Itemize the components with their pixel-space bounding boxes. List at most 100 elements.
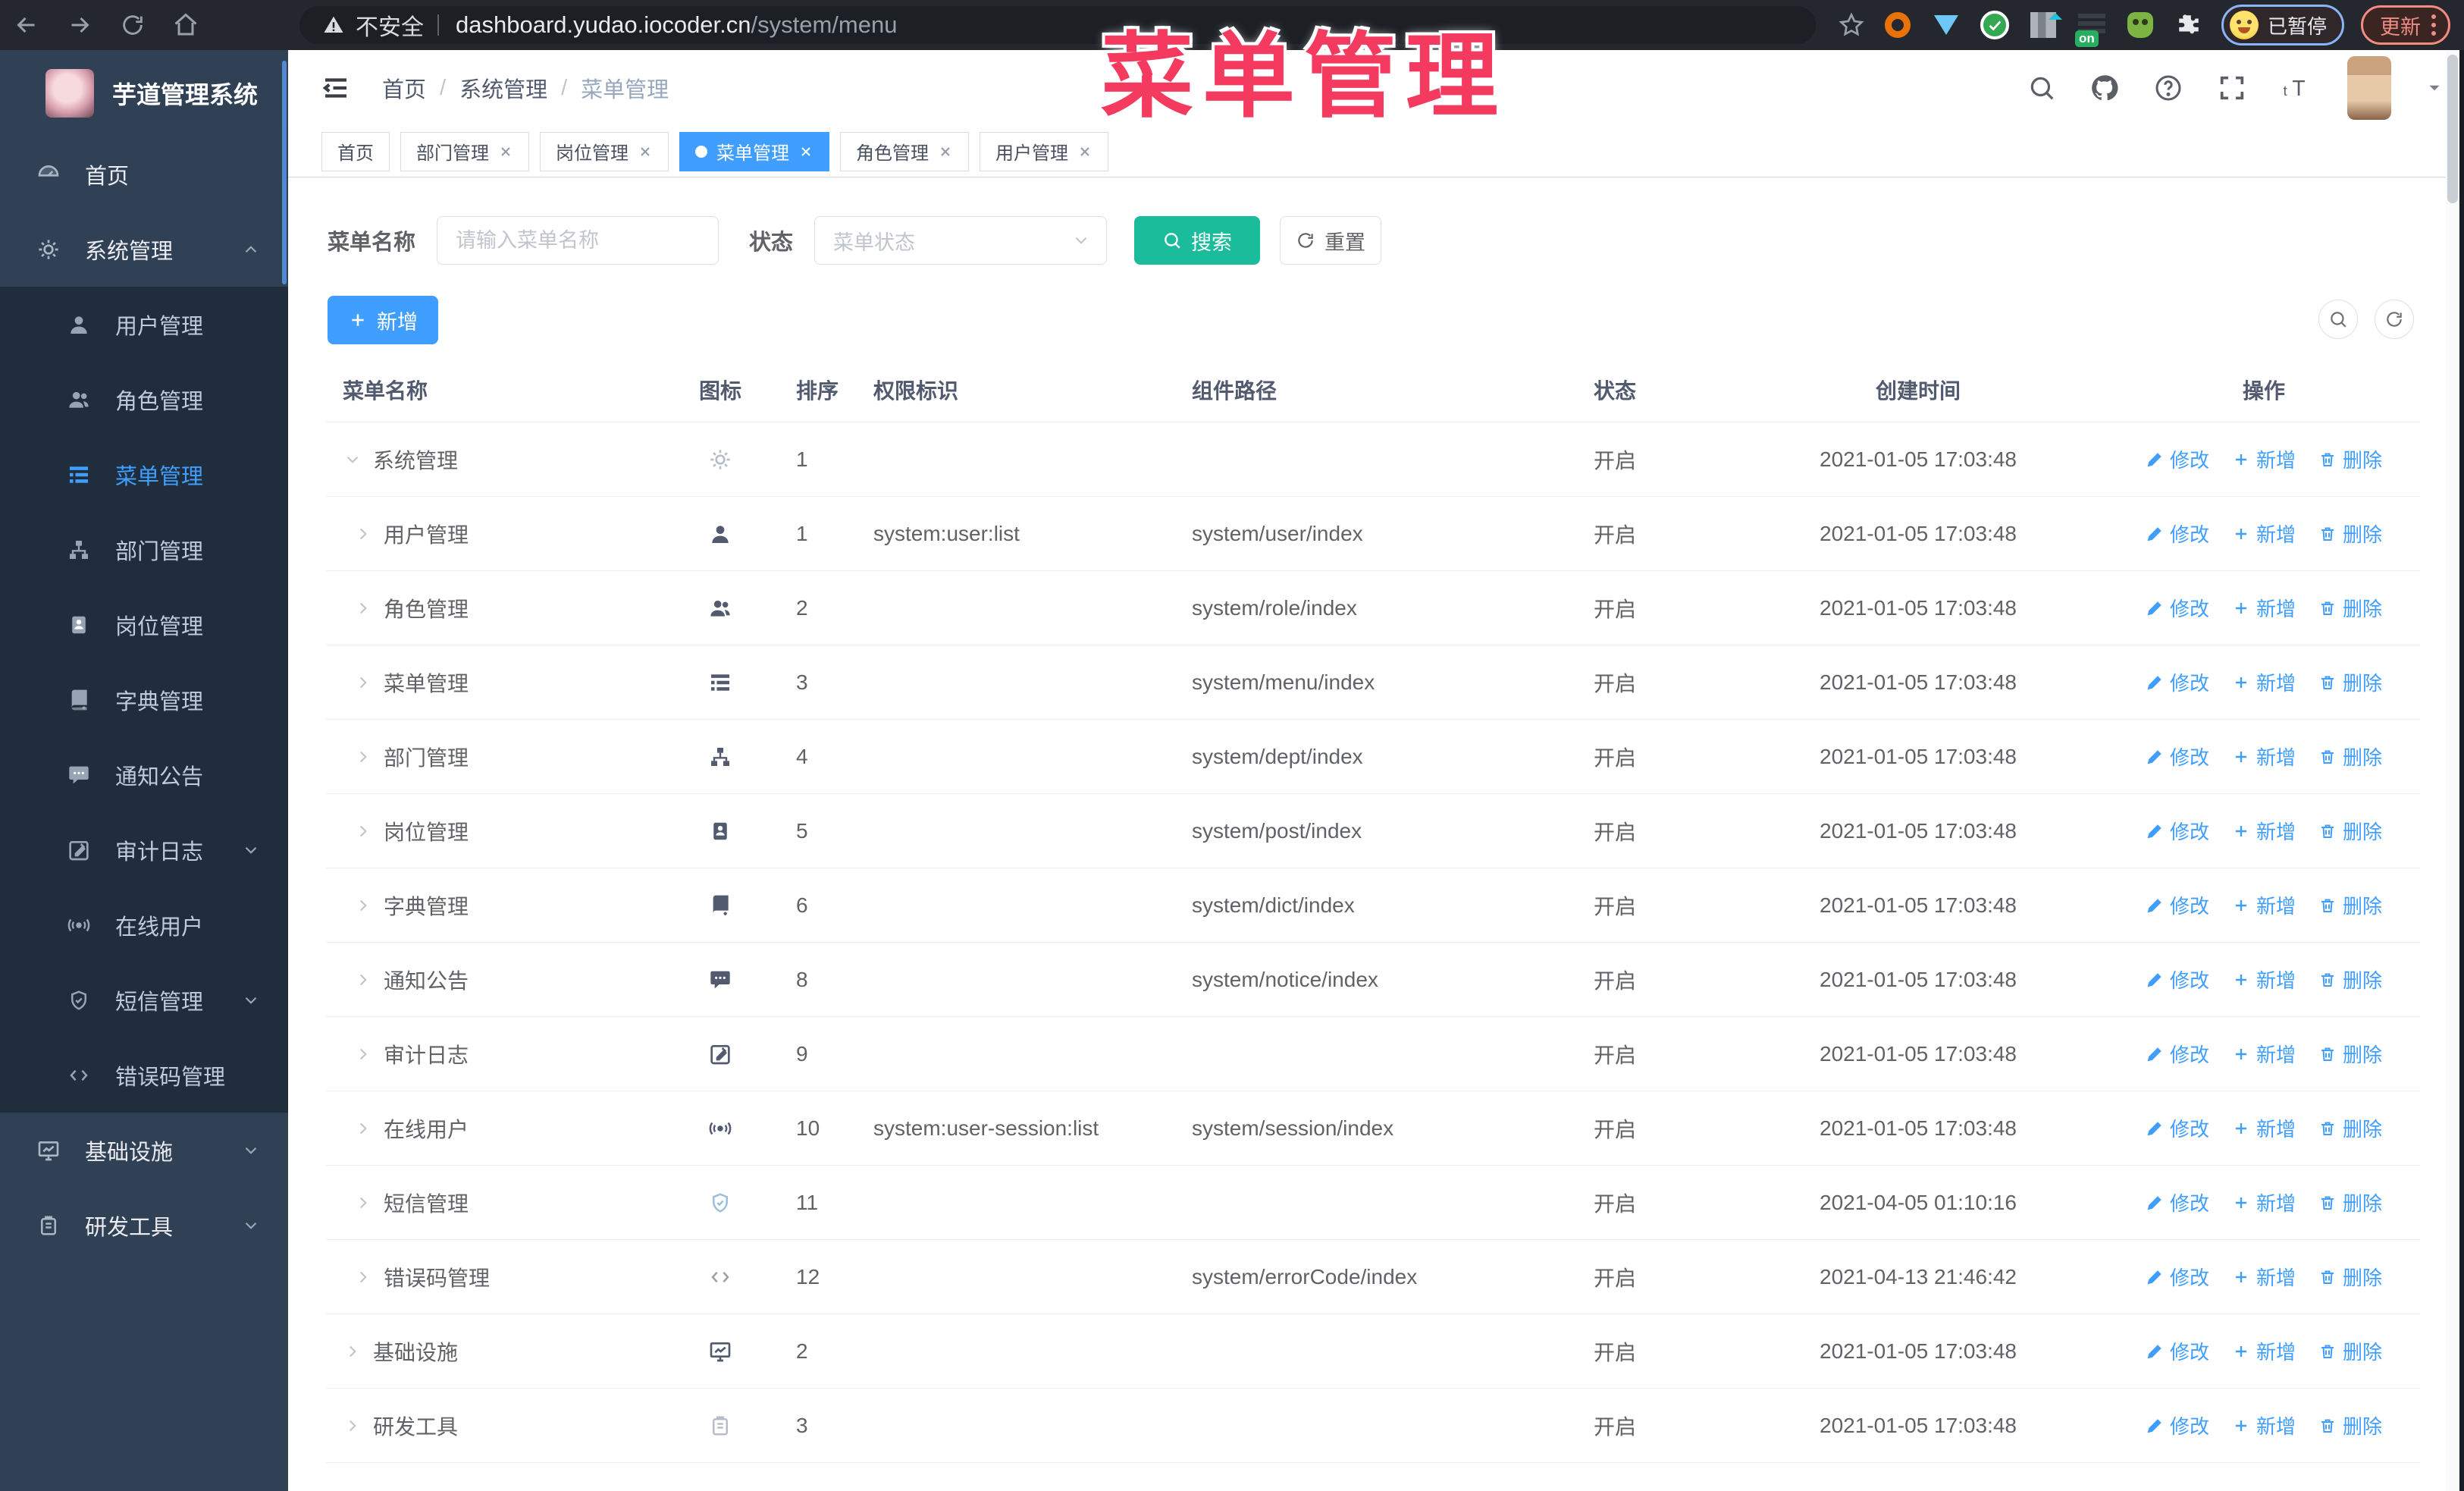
- expand-row-icon[interactable]: [353, 747, 373, 767]
- tab-用户管理[interactable]: 用户管理: [980, 131, 1108, 171]
- edit-row-button[interactable]: 修改: [2146, 1040, 2209, 1068]
- close-tab-icon[interactable]: [498, 144, 513, 159]
- user-menu-caret-icon[interactable]: [2425, 78, 2444, 98]
- edit-row-button[interactable]: 修改: [2146, 1411, 2209, 1439]
- add-row-button[interactable]: 新增: [2232, 668, 2296, 696]
- fullscreen-icon[interactable]: [2217, 73, 2247, 103]
- reset-button[interactable]: 重置: [1280, 216, 1382, 265]
- sidebar-item-错误码管理[interactable]: 错误码管理: [0, 1037, 288, 1113]
- show-search-toggle-button[interactable]: [2318, 300, 2358, 339]
- delete-row-button[interactable]: 删除: [2318, 1114, 2382, 1142]
- sidebar-item-研发工具[interactable]: 研发工具: [0, 1188, 288, 1263]
- expand-row-icon[interactable]: [353, 1267, 373, 1287]
- add-row-button[interactable]: 新增: [2232, 1411, 2296, 1439]
- sidebar-item-用户管理[interactable]: 用户管理: [0, 287, 288, 362]
- extensions-puzzle-icon[interactable]: [2173, 9, 2205, 41]
- add-button[interactable]: 新增: [328, 296, 438, 344]
- edit-row-button[interactable]: 修改: [2146, 1263, 2209, 1291]
- expand-row-icon[interactable]: [353, 1044, 373, 1064]
- add-row-button[interactable]: 新增: [2232, 1188, 2296, 1216]
- delete-row-button[interactable]: 删除: [2318, 1040, 2382, 1068]
- browser-reload-button[interactable]: [106, 0, 159, 50]
- delete-row-button[interactable]: 删除: [2318, 891, 2382, 919]
- add-row-button[interactable]: 新增: [2232, 817, 2296, 845]
- browser-back-button[interactable]: [0, 0, 53, 50]
- add-row-button[interactable]: 新增: [2232, 965, 2296, 993]
- window-scrollbar-track[interactable]: [2446, 50, 2459, 1491]
- add-row-button[interactable]: 新增: [2232, 891, 2296, 919]
- add-row-button[interactable]: 新增: [2232, 1263, 2296, 1291]
- delete-row-button[interactable]: 删除: [2318, 965, 2382, 993]
- add-row-button[interactable]: 新增: [2232, 445, 2296, 473]
- edit-row-button[interactable]: 修改: [2146, 891, 2209, 919]
- font-size-icon[interactable]: tT: [2281, 73, 2314, 103]
- delete-row-button[interactable]: 删除: [2318, 1188, 2382, 1216]
- extension-orange-icon[interactable]: [1882, 9, 1914, 41]
- sidebar-item-角色管理[interactable]: 角色管理: [0, 362, 288, 437]
- add-row-button[interactable]: 新增: [2232, 742, 2296, 771]
- delete-row-button[interactable]: 删除: [2318, 594, 2382, 622]
- sidebar-item-短信管理[interactable]: 短信管理: [0, 962, 288, 1037]
- sidebar-item-在线用户[interactable]: 在线用户: [0, 887, 288, 962]
- edit-row-button[interactable]: 修改: [2146, 594, 2209, 622]
- expand-row-icon[interactable]: [343, 1416, 362, 1436]
- expand-row-icon[interactable]: [353, 673, 373, 692]
- delete-row-button[interactable]: 删除: [2318, 817, 2382, 845]
- expand-row-icon[interactable]: [343, 1342, 362, 1361]
- extension-columns-icon[interactable]: [2027, 9, 2062, 41]
- edit-row-button[interactable]: 修改: [2146, 519, 2209, 548]
- breadcrumb-item-首页[interactable]: 首页: [382, 72, 426, 104]
- browser-forward-button[interactable]: [53, 0, 106, 50]
- menu-name-input[interactable]: [437, 216, 719, 265]
- sidebar-item-系统管理[interactable]: 系统管理: [0, 212, 288, 287]
- delete-row-button[interactable]: 删除: [2318, 742, 2382, 771]
- window-scrollbar-thumb[interactable]: [2447, 55, 2458, 203]
- tab-角色管理[interactable]: 角色管理: [840, 131, 969, 171]
- expand-row-icon[interactable]: [353, 896, 373, 915]
- sidebar-scrollbar-thumb[interactable]: [282, 61, 287, 284]
- tab-部门管理[interactable]: 部门管理: [400, 131, 529, 171]
- expand-row-icon[interactable]: [353, 524, 373, 544]
- delete-row-button[interactable]: 删除: [2318, 519, 2382, 548]
- add-row-button[interactable]: 新增: [2232, 1337, 2296, 1365]
- sidebar-item-首页[interactable]: 首页: [0, 137, 288, 212]
- sidebar-item-字典管理[interactable]: 字典管理: [0, 662, 288, 737]
- edit-row-button[interactable]: 修改: [2146, 1337, 2209, 1365]
- expand-row-icon[interactable]: [353, 821, 373, 841]
- expand-row-icon[interactable]: [353, 970, 373, 990]
- tab-首页[interactable]: 首页: [321, 131, 390, 171]
- sidebar-item-通知公告[interactable]: 通知公告: [0, 737, 288, 812]
- close-tab-icon[interactable]: [1077, 144, 1092, 159]
- extension-on-badge-icon[interactable]: on: [2074, 9, 2108, 47]
- extension-gem-icon[interactable]: [1930, 9, 1962, 41]
- breadcrumb-item-系统管理[interactable]: 系统管理: [459, 72, 547, 104]
- expand-row-icon[interactable]: [353, 598, 373, 618]
- collapse-row-icon[interactable]: [343, 450, 362, 469]
- add-row-button[interactable]: 新增: [2232, 1114, 2296, 1142]
- close-tab-icon[interactable]: [638, 144, 653, 159]
- add-row-button[interactable]: 新增: [2232, 1040, 2296, 1068]
- add-row-button[interactable]: 新增: [2232, 594, 2296, 622]
- tab-岗位管理[interactable]: 岗位管理: [540, 131, 669, 171]
- security-label[interactable]: 不安全: [356, 8, 424, 42]
- chrome-menu-dots-icon[interactable]: [2431, 14, 2436, 36]
- sidebar-item-审计日志[interactable]: 审计日志: [0, 812, 288, 887]
- edit-row-button[interactable]: 修改: [2146, 445, 2209, 473]
- browser-profile-button[interactable]: 已暂停: [2221, 5, 2344, 46]
- address-bar[interactable]: 不安全 dashboard.yudao.iocoder.cn /system/m…: [299, 6, 1816, 44]
- sidebar-logo[interactable]: 芋道管理系统: [0, 50, 288, 137]
- expand-row-icon[interactable]: [353, 1119, 373, 1138]
- edit-row-button[interactable]: 修改: [2146, 817, 2209, 845]
- expand-row-icon[interactable]: [353, 1193, 373, 1213]
- edit-row-button[interactable]: 修改: [2146, 1188, 2209, 1216]
- refresh-table-button[interactable]: [2375, 300, 2414, 339]
- github-icon[interactable]: [2089, 73, 2120, 103]
- browser-update-button[interactable]: 更新: [2361, 5, 2450, 45]
- edit-row-button[interactable]: 修改: [2146, 668, 2209, 696]
- status-select[interactable]: 菜单状态: [814, 216, 1108, 265]
- edit-row-button[interactable]: 修改: [2146, 1114, 2209, 1142]
- close-tab-icon[interactable]: [938, 144, 953, 159]
- delete-row-button[interactable]: 删除: [2318, 1337, 2382, 1365]
- edit-row-button[interactable]: 修改: [2146, 742, 2209, 771]
- bookmark-star-icon[interactable]: [1838, 11, 1865, 39]
